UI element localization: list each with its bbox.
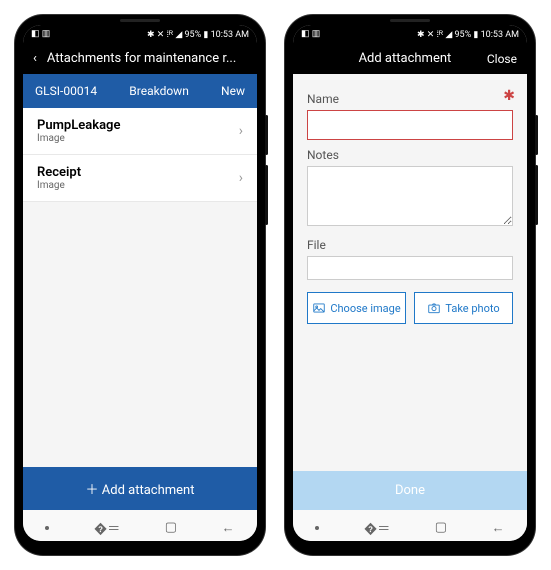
system-nav: �＝ ▢ ←	[293, 510, 527, 541]
back-button[interactable]: ←	[222, 520, 235, 536]
back-icon[interactable]: ‹	[33, 51, 37, 66]
camera-icon	[427, 301, 441, 315]
notes-label: Notes	[307, 148, 513, 162]
required-icon: ✱	[503, 88, 515, 104]
screen-right: ◧ ▥ ✱ ✕ ⁞ᴿ ◢ 95% ▮ 10:53 AM Add attachme…	[293, 25, 527, 541]
system-nav: �＝ ▢ ←	[23, 510, 257, 541]
name-label: Name	[307, 92, 513, 106]
phone-left: ◧ ▥ ✱ ✕ ⁞ᴿ ◢ 95% ▮ 10:53 AM ‹ Attachment…	[15, 15, 265, 555]
item-sub: Image	[37, 180, 239, 191]
item-name: Receipt	[37, 165, 239, 180]
attachment-list: PumpLeakage Image › Receipt Image ›	[23, 108, 257, 467]
app-header: Add attachment Close	[293, 43, 527, 74]
page-title: Attachments for maintenance r...	[47, 51, 247, 66]
add-attachment-button[interactable]: ＋ Add attachment	[23, 467, 257, 510]
close-button[interactable]: Close	[487, 52, 517, 66]
status-left: ◧ ▥	[31, 29, 50, 39]
form-area: Name ✱ Notes File Choose image Take phot…	[293, 74, 527, 471]
take-photo-button[interactable]: Take photo	[414, 292, 513, 324]
status-right: ✱ ✕ ⁞ᴿ ◢ 95% ▮ 10:53 AM	[147, 29, 249, 40]
choose-label: Choose image	[330, 302, 400, 315]
item-sub: Image	[37, 133, 239, 144]
chevron-right-icon: ›	[239, 170, 243, 186]
file-label: File	[307, 238, 513, 252]
item-name: PumpLeakage	[37, 118, 239, 133]
dot-icon	[45, 526, 49, 530]
dot-icon	[315, 526, 319, 530]
context-type: Breakdown	[129, 84, 189, 98]
list-item[interactable]: PumpLeakage Image ›	[23, 108, 257, 155]
list-item[interactable]: Receipt Image ›	[23, 155, 257, 202]
status-bar: ◧ ▥ ✱ ✕ ⁞ᴿ ◢ 95% ▮ 10:53 AM	[293, 25, 527, 43]
image-icon	[312, 301, 326, 315]
status-bar: ◧ ▥ ✱ ✕ ⁞ᴿ ◢ 95% ▮ 10:53 AM	[23, 25, 257, 43]
notes-field[interactable]	[307, 166, 513, 226]
file-field[interactable]	[307, 256, 513, 280]
home-button[interactable]: ▢	[435, 520, 447, 535]
page-title: Add attachment	[303, 51, 477, 66]
app-header: ‹ Attachments for maintenance r...	[23, 43, 257, 74]
photo-label: Take photo	[445, 302, 499, 315]
phone-right: ◧ ▥ ✱ ✕ ⁞ᴿ ◢ 95% ▮ 10:53 AM Add attachme…	[285, 15, 535, 555]
screen-left: ◧ ▥ ✱ ✕ ⁞ᴿ ◢ 95% ▮ 10:53 AM ‹ Attachment…	[23, 25, 257, 541]
recent-apps-button[interactable]: �＝	[94, 518, 120, 537]
done-label: Done	[395, 483, 425, 498]
context-bar: GLSI-00014 Breakdown New	[23, 74, 257, 108]
done-button[interactable]: Done	[293, 471, 527, 510]
back-button[interactable]: ←	[492, 520, 505, 536]
chevron-right-icon: ›	[239, 123, 243, 139]
context-status: New	[221, 84, 245, 98]
add-button-label: Add attachment	[102, 483, 195, 498]
name-field[interactable]	[307, 110, 513, 140]
plus-icon: ＋	[86, 483, 99, 498]
status-left: ◧ ▥	[301, 29, 320, 39]
recent-apps-button[interactable]: �＝	[364, 518, 390, 537]
choose-image-button[interactable]: Choose image	[307, 292, 406, 324]
status-right: ✱ ✕ ⁞ᴿ ◢ 95% ▮ 10:53 AM	[417, 29, 519, 40]
home-button[interactable]: ▢	[165, 520, 177, 535]
context-id: GLSI-00014	[35, 84, 97, 98]
